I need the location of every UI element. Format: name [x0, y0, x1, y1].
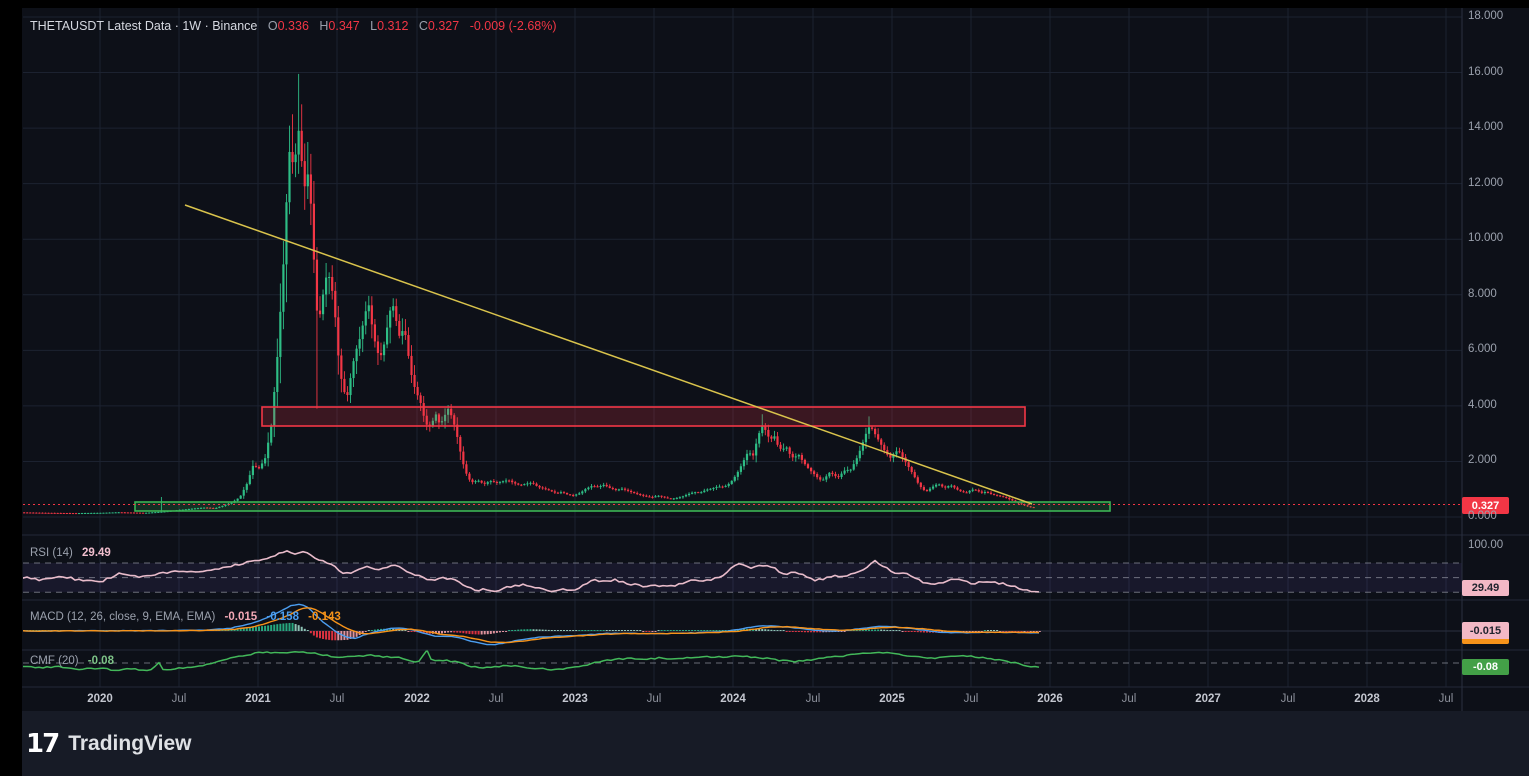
chart-canvas[interactable]: [0, 0, 1529, 776]
macd-line: [15, 604, 1039, 644]
footer-bar: 17 TradingView: [22, 711, 1529, 776]
resistance-zone-box: [262, 407, 1025, 426]
descending-trendline: [185, 205, 1032, 504]
candles-layer: [14, 74, 1035, 514]
tradingview-logo-text: TradingView: [68, 732, 191, 756]
support-zone-box: [135, 502, 1110, 511]
macd-signal-line: [15, 608, 1039, 643]
panes-layer: [14, 8, 1462, 687]
tradingview-logo[interactable]: 17 TradingView: [26, 729, 192, 759]
cmf-line: [15, 650, 1039, 670]
tradingview-logo-icon: 17: [26, 729, 58, 759]
tradingview-chart-window: THETAUSDT Latest Data · 1W · Binance O0.…: [0, 0, 1529, 776]
